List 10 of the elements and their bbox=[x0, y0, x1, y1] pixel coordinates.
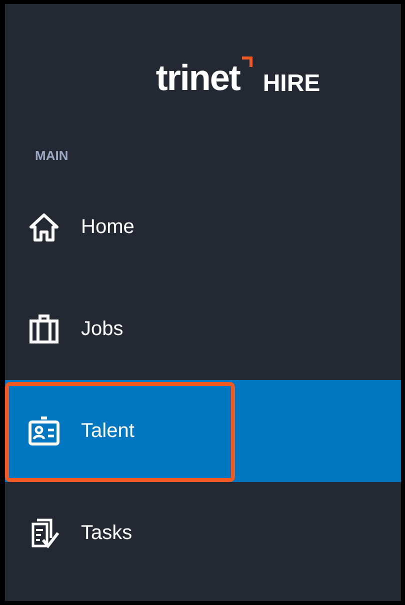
corner-mark-icon bbox=[240, 56, 253, 68]
section-label: MAIN bbox=[34, 147, 70, 165]
nav-item[interactable]: Home bbox=[5, 176, 401, 278]
nav-item[interactable]: Tasks bbox=[5, 482, 401, 584]
id-card-icon bbox=[27, 414, 61, 448]
brand-logo-text: trinet bbox=[156, 60, 240, 96]
nav-item[interactable]: Jobs bbox=[5, 278, 401, 380]
nav-item[interactable]: Talent bbox=[5, 380, 401, 482]
briefcase-icon bbox=[27, 312, 61, 346]
product-name: HIRE bbox=[262, 72, 320, 96]
